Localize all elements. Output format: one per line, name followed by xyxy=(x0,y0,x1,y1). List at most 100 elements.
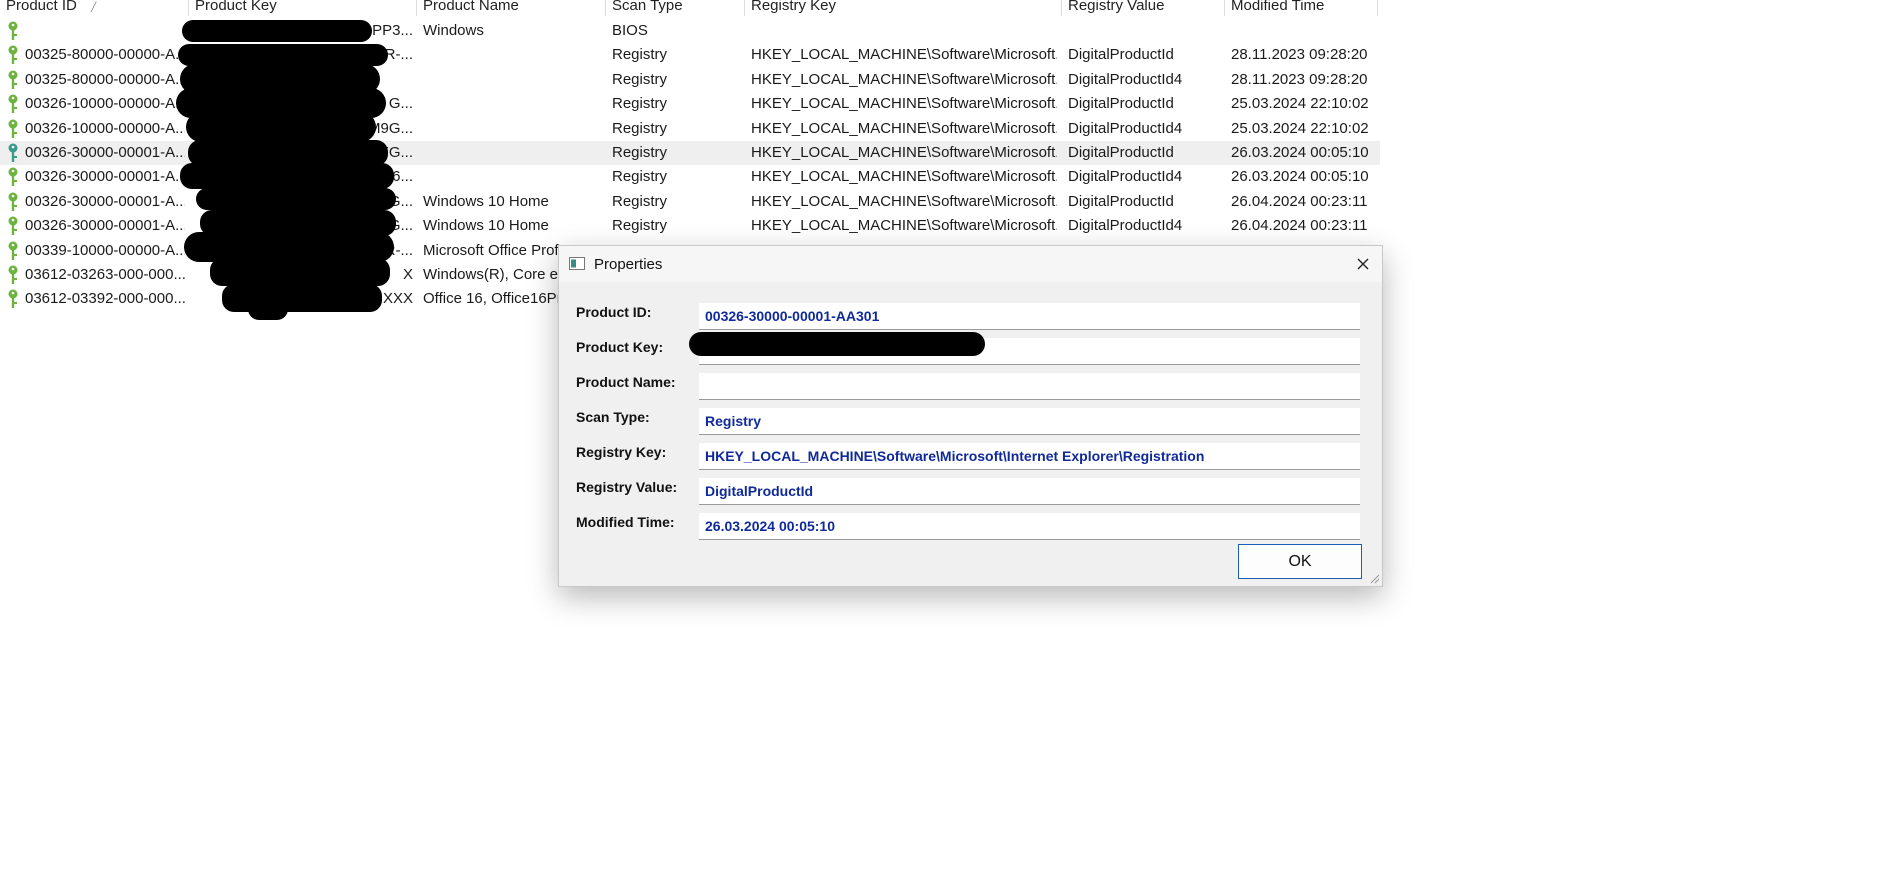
product-name-cell: Windows xyxy=(423,22,484,39)
table-header: Product ID ╱ Product Key Product Name Sca… xyxy=(0,0,1380,16)
scan-type-cell: Registry xyxy=(612,192,668,210)
modified-time-cell: 26.04.2024 00:23:11 xyxy=(1231,192,1368,210)
registry-value-cell xyxy=(1068,22,1220,41)
column-divider[interactable] xyxy=(1377,0,1378,16)
registry-value-cell: DigitalProductId4 xyxy=(1068,70,1183,88)
scan-type-cell: BIOS xyxy=(612,22,648,39)
column-header-registry-value[interactable]: Registry Value xyxy=(1068,0,1164,16)
registry-key-cell: HKEY_LOCAL_MACHINE\Software\Microsoft... xyxy=(751,70,1057,88)
key-icon xyxy=(8,119,18,138)
modified-time-cell xyxy=(1231,22,1377,41)
key-icon xyxy=(8,45,18,65)
product-id-cell: 00326-30000-00001-A... xyxy=(25,168,185,186)
modified-time-cell: 25.03.2024 22:10:02 xyxy=(1231,119,1369,137)
sort-ascending-icon: ╱ xyxy=(90,2,97,12)
key-icon xyxy=(8,143,18,162)
key-icon xyxy=(8,289,18,309)
product-id-cell: 03612-03392-000-000... xyxy=(25,290,185,308)
modified-time-label: Modified Time: xyxy=(576,514,675,530)
product-id-cell: 00325-80000-00000-A... xyxy=(25,70,185,88)
product-name-cell xyxy=(423,46,601,65)
registry-value-cell: DigitalProductId4 xyxy=(1068,119,1183,137)
modified-time-cell: 26.04.2024 00:23:11 xyxy=(1231,217,1368,235)
registry-value-cell: DigitalProductId xyxy=(1068,46,1174,64)
registry-value-cell: DigitalProductId4 xyxy=(1068,217,1183,235)
product-id-cell: 00326-30000-00001-A... xyxy=(25,192,185,210)
registry-value-field[interactable]: DigitalProductId xyxy=(699,478,1360,505)
scan-type-cell: Registry xyxy=(612,70,668,88)
product-id-field[interactable]: 00326-30000-00001-AA301 xyxy=(699,303,1360,330)
key-icon xyxy=(8,21,18,40)
product-name-cell xyxy=(423,144,601,163)
scan-type-cell: Registry xyxy=(612,144,668,161)
product-id-label: Product ID: xyxy=(576,304,652,320)
registry-value-cell: DigitalProductId4 xyxy=(1068,168,1183,186)
scan-type-label: Scan Type: xyxy=(576,409,650,425)
product-id-cell: 00339-10000-00000-A... xyxy=(25,241,185,259)
key-icon xyxy=(8,167,18,187)
product-name-label: Product Name: xyxy=(576,374,676,390)
registry-key-cell: HKEY_LOCAL_MACHINE\Software\Microsoft... xyxy=(751,46,1057,64)
registry-key-cell: HKEY_LOCAL_MACHINE\Software\Microsoft... xyxy=(751,217,1057,235)
modified-time-cell: 25.03.2024 22:10:02 xyxy=(1231,95,1369,113)
redaction-mark xyxy=(689,332,985,356)
product-id-cell: 00326-10000-00000-A... xyxy=(25,95,185,113)
scan-type-cell: Registry xyxy=(612,46,668,64)
registry-key-cell: HKEY_LOCAL_MACHINE\Software\Microsoft... xyxy=(751,168,1057,186)
product-name-cell xyxy=(423,95,601,114)
scan-type-field[interactable]: Registry xyxy=(699,408,1360,435)
product-id-cell: 03612-03263-000-000... xyxy=(25,266,185,283)
registry-value-cell: DigitalProductId xyxy=(1068,144,1174,161)
product-id-cell: 00326-10000-00000-A... xyxy=(25,119,185,137)
key-icon xyxy=(8,192,18,211)
column-header-modified-time[interactable]: Modified Time xyxy=(1231,0,1324,16)
registry-key-label: Registry Key: xyxy=(576,444,667,460)
column-divider[interactable] xyxy=(1061,0,1062,16)
product-id-cell: 00325-80000-00000-A... xyxy=(25,46,185,64)
key-icon xyxy=(8,216,18,236)
product-id-cell xyxy=(25,22,185,41)
resize-grip-icon[interactable] xyxy=(1368,572,1380,584)
column-header-product-name[interactable]: Product Name xyxy=(423,0,519,16)
column-divider[interactable] xyxy=(605,0,606,16)
column-header-product-key[interactable]: Product Key xyxy=(195,0,277,16)
key-icon xyxy=(8,70,18,89)
column-divider[interactable] xyxy=(416,0,417,16)
column-header-registry-key[interactable]: Registry Key xyxy=(751,0,836,16)
product-id-cell: 00326-30000-00001-A... xyxy=(25,144,185,161)
registry-key-field[interactable]: HKEY_LOCAL_MACHINE\Software\Microsoft\In… xyxy=(699,443,1360,470)
close-icon[interactable] xyxy=(1354,255,1372,273)
product-name-cell xyxy=(423,168,601,187)
column-divider[interactable] xyxy=(188,0,189,16)
dialog-title-bar[interactable]: Properties xyxy=(559,246,1382,282)
product-key-label: Product Key: xyxy=(576,339,664,355)
registry-key-cell: HKEY_LOCAL_MACHINE\Software\Microsoft... xyxy=(751,95,1057,113)
registry-value-cell: DigitalProductId xyxy=(1068,192,1174,210)
modified-time-cell: 26.03.2024 00:05:10 xyxy=(1231,144,1369,161)
modified-time-field[interactable]: 26.03.2024 00:05:10 xyxy=(699,513,1360,540)
registry-key-cell xyxy=(751,22,1057,41)
registry-value-label: Registry Value: xyxy=(576,479,678,495)
scan-type-cell: Registry xyxy=(612,95,668,113)
product-name-cell xyxy=(423,71,601,90)
product-name-cell: Windows 10 Home xyxy=(423,192,549,210)
key-icon xyxy=(8,94,18,114)
modified-time-cell: 28.11.2023 09:28:20 xyxy=(1231,70,1368,88)
key-icon xyxy=(8,265,18,284)
window-icon xyxy=(569,257,585,270)
scan-type-cell: Registry xyxy=(612,119,668,137)
registry-key-cell: HKEY_LOCAL_MACHINE\Software\Microsoft... xyxy=(751,144,1057,161)
product-id-cell: 00326-30000-00001-A... xyxy=(25,217,185,235)
column-header-product-id[interactable]: Product ID ╱ xyxy=(6,0,96,16)
column-divider[interactable] xyxy=(1224,0,1225,16)
column-divider[interactable] xyxy=(744,0,745,16)
registry-value-cell: DigitalProductId xyxy=(1068,95,1174,113)
scan-type-cell: Registry xyxy=(612,168,668,186)
product-name-cell: Windows 10 Home xyxy=(423,217,549,235)
product-name-field[interactable] xyxy=(699,373,1360,400)
modified-time-cell: 28.11.2023 09:28:20 xyxy=(1231,46,1368,64)
column-header-scan-type[interactable]: Scan Type xyxy=(612,0,683,16)
modified-time-cell: 26.03.2024 00:05:10 xyxy=(1231,168,1369,186)
properties-dialog: Properties Product ID: 00326-30000-00001… xyxy=(558,245,1383,587)
ok-button[interactable]: OK xyxy=(1238,544,1362,579)
